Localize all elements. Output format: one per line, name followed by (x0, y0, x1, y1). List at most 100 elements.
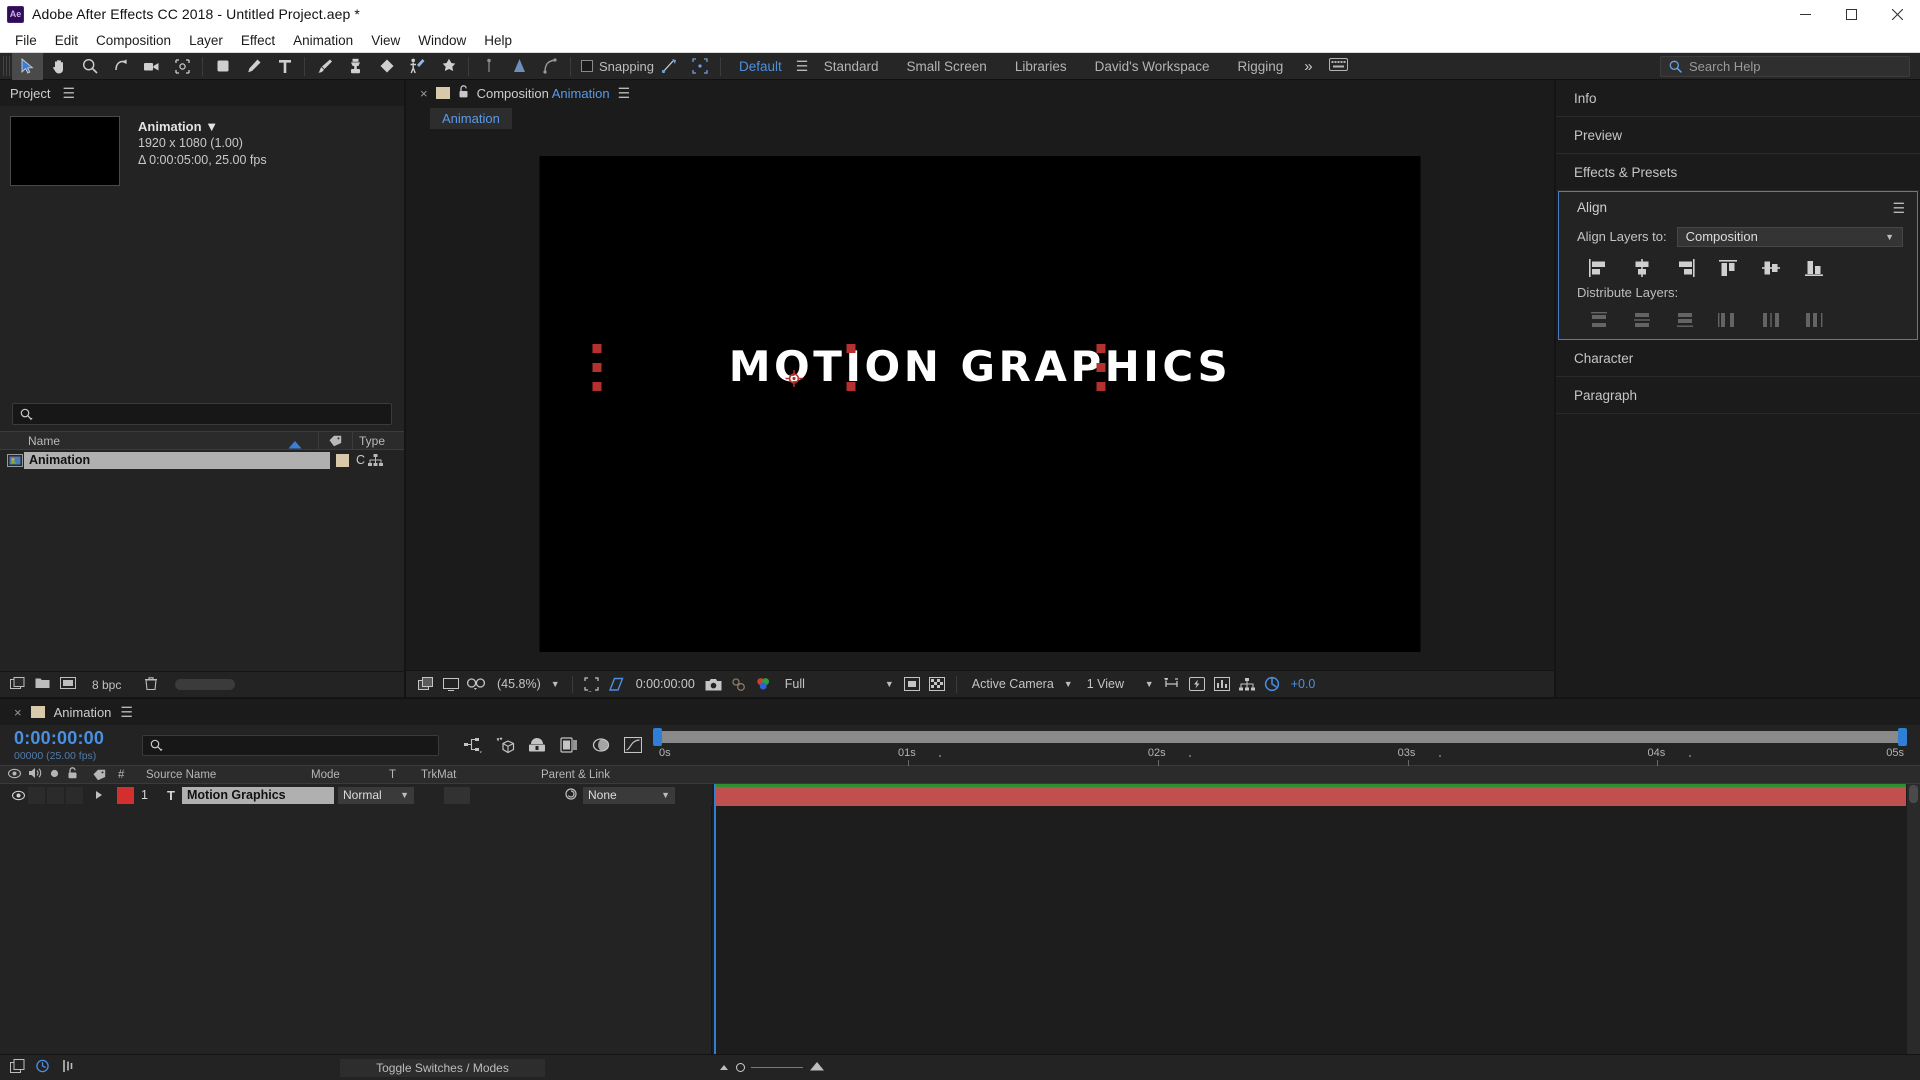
interpret-footage-icon[interactable] (10, 676, 25, 693)
type-tool[interactable] (269, 53, 300, 80)
timeline-scrollbar-vertical[interactable] (1907, 806, 1920, 1054)
menu-edit[interactable]: Edit (46, 30, 87, 51)
snapping-checkbox[interactable] (581, 60, 593, 72)
main-viewer-icon[interactable] (440, 673, 462, 695)
close-icon[interactable]: × (420, 86, 428, 101)
panel-paragraph[interactable]: Paragraph (1556, 377, 1920, 414)
work-area-bar[interactable] (657, 731, 1906, 743)
layer-solo-toggle[interactable] (47, 786, 64, 804)
layer-label-color[interactable] (116, 786, 134, 804)
distribute-vertical-center-icon[interactable] (1620, 308, 1663, 331)
pixel-aspect-correction-icon[interactable] (1161, 673, 1183, 695)
motion-blur-footer-icon[interactable] (60, 1059, 75, 1076)
timeline-search-input[interactable] (142, 734, 439, 756)
parent-pickwhip-icon[interactable] (564, 787, 578, 804)
column-type[interactable]: Type (352, 432, 404, 449)
parent-column-header[interactable]: Parent & Link (535, 766, 1920, 783)
scrollbar-thumb[interactable] (1909, 785, 1918, 803)
number-column-header[interactable]: # (112, 766, 140, 783)
workspace-default[interactable]: Default (725, 59, 796, 74)
minimize-button[interactable] (1782, 0, 1828, 28)
panel-menu-icon[interactable]: ☰ (120, 705, 133, 719)
project-row-name[interactable]: Animation (24, 451, 330, 469)
selection-handle-tc[interactable] (846, 344, 856, 353)
playhead[interactable] (714, 784, 716, 806)
menu-layer[interactable]: Layer (180, 30, 232, 51)
time-ruler[interactable]: 0s 01s 02s 03s 04s 05s (657, 747, 1906, 766)
show-snapshot-icon[interactable] (728, 673, 750, 695)
zoom-slider-knob[interactable] (736, 1063, 745, 1072)
layer-trkmat-box[interactable] (444, 786, 470, 804)
composition-viewer[interactable]: MOTION GRAPHICS (406, 130, 1554, 670)
composition-label-name[interactable]: Animation (552, 86, 610, 101)
solo-icon[interactable] (49, 768, 60, 782)
timeline-current-time[interactable]: 0:00:00:00 (14, 728, 142, 748)
draft-3d-icon[interactable] (493, 733, 517, 757)
column-name[interactable]: Name (28, 434, 60, 448)
distribute-left-icon[interactable] (1706, 308, 1749, 331)
zoom-slider-track[interactable] (751, 1067, 803, 1068)
selection-handle-mr[interactable] (1096, 363, 1106, 372)
workspace-rigging[interactable]: Rigging (1223, 59, 1297, 74)
tab-project[interactable]: Project (10, 86, 50, 101)
label-column-header[interactable] (86, 766, 112, 783)
sort-ascending-icon[interactable] (288, 438, 302, 452)
align-left-icon[interactable] (1577, 256, 1620, 279)
layer-audio-toggle[interactable] (28, 786, 45, 804)
selection-handle-ml[interactable] (592, 363, 602, 372)
shape-tool[interactable] (207, 53, 238, 80)
puppet-pin-tool[interactable] (433, 53, 464, 80)
keyboard-shortcuts-icon[interactable] (1320, 58, 1357, 74)
menu-view[interactable]: View (362, 30, 409, 51)
camera-view-dropdown[interactable]: Active Camera ▼ (965, 677, 1077, 691)
timeline-right-empty[interactable] (712, 806, 1920, 1054)
close-button[interactable] (1874, 0, 1920, 28)
clone-stamp-tool[interactable] (340, 53, 371, 80)
toggle-switches-modes-button[interactable]: Toggle Switches / Modes (340, 1058, 545, 1077)
layer-lock-toggle[interactable] (66, 786, 83, 804)
panel-menu-icon[interactable]: ☰ (62, 86, 75, 100)
roto-brush-tool[interactable] (402, 53, 433, 80)
show-channel-icon[interactable] (753, 673, 775, 695)
composition-mini-flowchart-icon[interactable] (461, 733, 485, 757)
layer-video-toggle[interactable] (8, 790, 28, 801)
exposure-reset-icon[interactable] (1261, 673, 1283, 695)
align-horizontal-center-icon[interactable] (1620, 256, 1663, 279)
toggle-transparency-checker-icon[interactable] (926, 673, 948, 695)
view-layout-dropdown[interactable]: 1 View ▼ (1080, 677, 1158, 691)
viewer-current-time[interactable]: 0:00:00:00 (631, 677, 700, 691)
selection-handle-bc[interactable] (846, 382, 856, 391)
pan-behind-tool[interactable] (167, 53, 198, 80)
puppet-bend-tool[interactable] (535, 53, 566, 80)
panel-character[interactable]: Character (1556, 340, 1920, 377)
hand-tool[interactable] (43, 53, 74, 80)
menu-window[interactable]: Window (409, 30, 475, 51)
magnification-dropdown[interactable]: (45.8%) ▼ (490, 677, 564, 691)
delete-icon[interactable] (145, 676, 158, 693)
composition-chip[interactable]: Animation (430, 107, 512, 129)
workspace-small-screen[interactable]: Small Screen (893, 59, 1001, 74)
menu-effect[interactable]: Effect (232, 30, 284, 51)
lock-icon[interactable] (67, 767, 78, 782)
zoom-out-icon[interactable] (718, 1060, 730, 1075)
table-row[interactable]: 1 T Motion Graphics Normal ▼ None ▼ (0, 784, 712, 806)
timeline-panel-icon[interactable] (1211, 673, 1233, 695)
work-area-start-handle[interactable] (653, 728, 662, 746)
pen-tool[interactable] (238, 53, 269, 80)
maximize-button[interactable] (1828, 0, 1874, 28)
snapping-control[interactable]: Snapping (581, 59, 654, 74)
puppet-overlap-tool[interactable] (504, 53, 535, 80)
layer-expand-triangle-icon[interactable] (96, 791, 102, 799)
distribute-top-icon[interactable] (1577, 308, 1620, 331)
selection-handle-br[interactable] (1096, 382, 1106, 391)
lock-icon[interactable] (458, 85, 469, 101)
workspace-overflow-icon[interactable]: » (1297, 58, 1319, 75)
composition-canvas[interactable]: MOTION GRAPHICS (539, 156, 1421, 652)
layer-mode-dropdown[interactable]: Normal ▼ (338, 786, 414, 804)
zoom-tool[interactable] (74, 53, 105, 80)
video-icon[interactable] (7, 768, 22, 782)
menu-file[interactable]: File (6, 30, 46, 51)
align-bottom-icon[interactable] (1792, 256, 1835, 279)
fast-previews-icon[interactable] (1186, 673, 1208, 695)
distribute-right-icon[interactable] (1792, 308, 1835, 331)
